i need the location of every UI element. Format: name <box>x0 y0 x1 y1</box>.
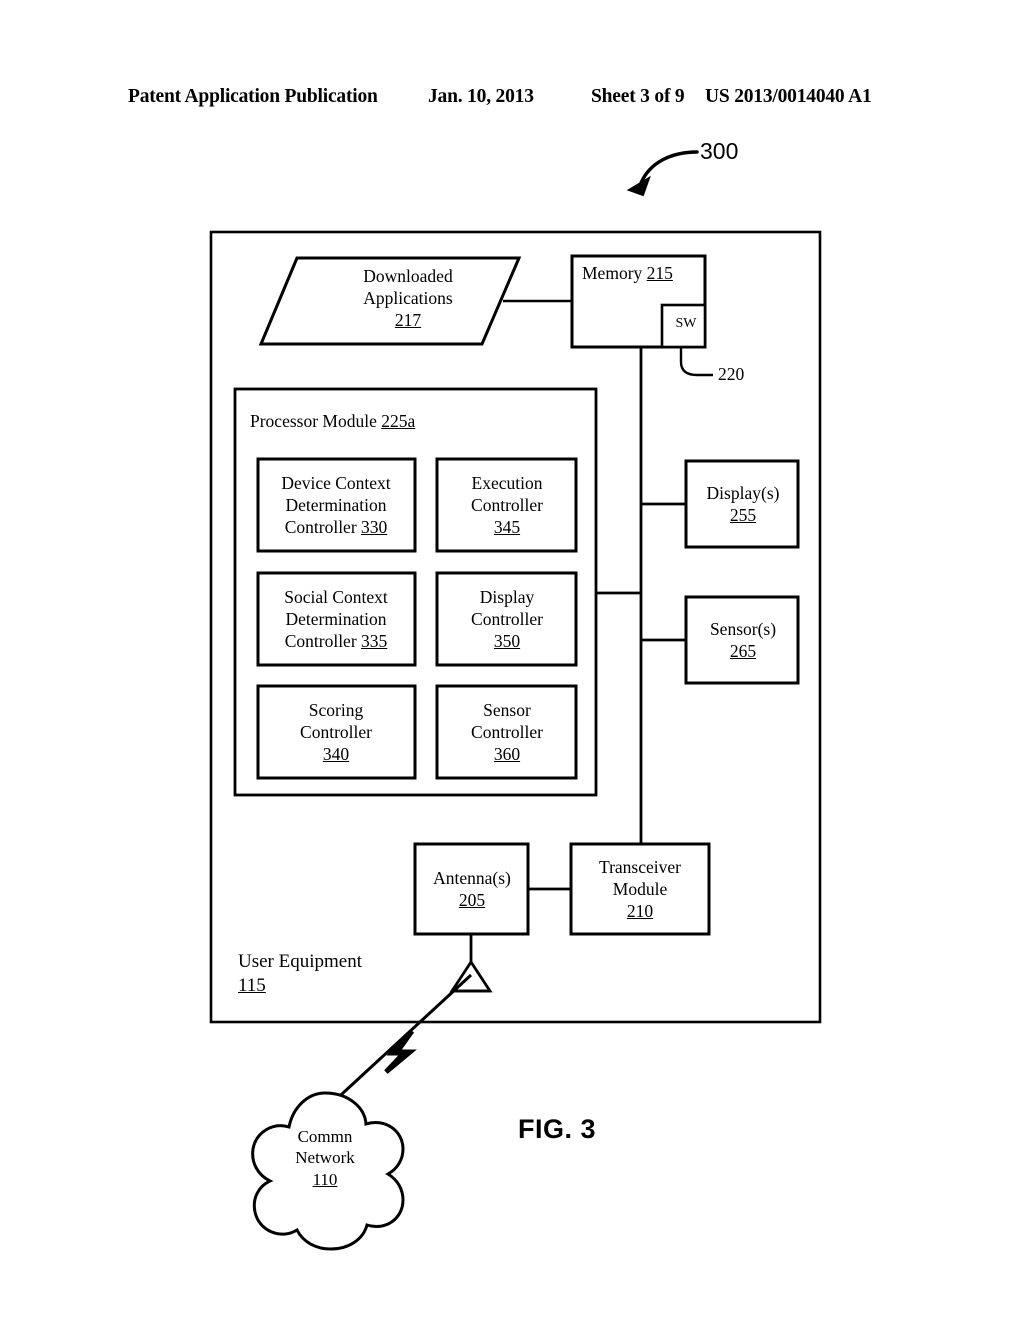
scoring-controller-block[interactable] <box>258 686 415 778</box>
antennas-block[interactable] <box>415 844 528 934</box>
antenna-triangle-icon <box>449 959 493 993</box>
user-equipment-label: User Equipment 115 <box>238 951 363 997</box>
social-context-determination-controller-block[interactable] <box>258 573 415 665</box>
downloaded-applications-block[interactable] <box>261 258 519 344</box>
figure-caption: FIG. 3 <box>518 1113 597 1144</box>
transceiver-module-block[interactable] <box>571 844 709 934</box>
display-controller-block[interactable] <box>437 573 576 665</box>
callout-220-label: 220 <box>718 363 745 384</box>
comm-network-block[interactable] <box>251 1093 405 1251</box>
sensor-controller-block[interactable] <box>437 686 576 778</box>
rf-link-line <box>328 973 473 1107</box>
lightning-bolt-icon <box>384 1029 417 1074</box>
device-context-determination-controller-block[interactable] <box>258 459 415 551</box>
sw-block[interactable] <box>662 305 705 347</box>
displays-block[interactable] <box>686 461 798 547</box>
callout-220-leader <box>679 347 713 377</box>
execution-controller-block[interactable] <box>437 459 576 551</box>
callout-300-arrow <box>626 150 699 197</box>
figure-3-diagram: 300 Downloaded Applications 217 Memory 2… <box>0 0 1024 1320</box>
sensors-block[interactable] <box>686 597 798 683</box>
callout-300-label: 300 <box>700 138 739 165</box>
